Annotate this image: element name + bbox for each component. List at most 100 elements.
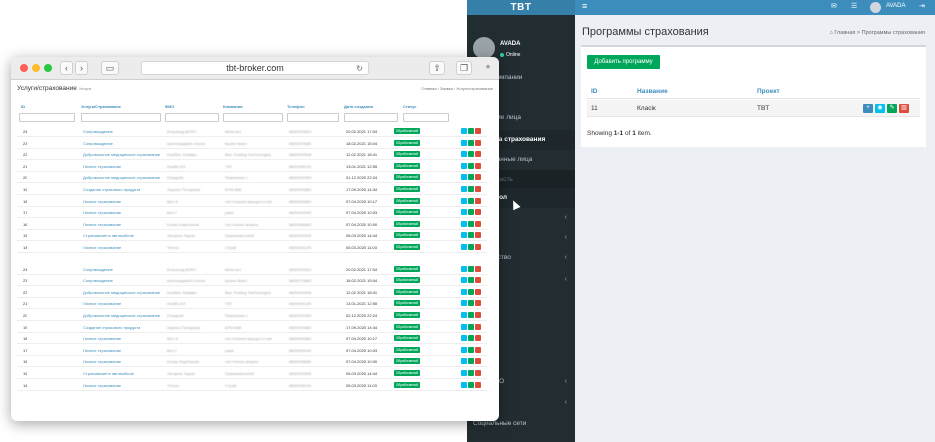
view-eye-icon[interactable] <box>461 139 467 146</box>
service-link[interactable]: Личное страхование <box>83 383 121 388</box>
edit-pencil-icon[interactable] <box>468 209 474 216</box>
column-filter-input[interactable] <box>19 113 75 122</box>
view-eye-icon[interactable] <box>461 346 467 353</box>
edit-pencil-icon[interactable] <box>468 300 474 307</box>
service-link[interactable]: Добровольное медицинское страхование <box>83 152 160 157</box>
edit-pencil-icon[interactable] <box>468 232 474 239</box>
column-header[interactable]: ФИО <box>165 104 174 109</box>
edit-pencil-icon[interactable] <box>468 370 474 376</box>
view-eye-icon[interactable] <box>461 232 467 239</box>
service-link[interactable]: Личное страхование <box>83 336 121 341</box>
edit-pencil-icon[interactable] <box>468 381 474 388</box>
column-filter-input[interactable] <box>287 113 339 122</box>
column-header[interactable]: Услуга/Страхование <box>81 104 121 109</box>
view-eye-icon[interactable] <box>461 244 467 250</box>
service-link[interactable]: Сопровождение <box>83 267 113 272</box>
edit-pencil-icon[interactable] <box>468 288 474 295</box>
view-eye-icon[interactable] <box>461 323 467 330</box>
column-header[interactable]: Дата создания <box>344 104 373 109</box>
column-header-id[interactable]: ID <box>591 88 598 95</box>
delete-trash-icon[interactable] <box>475 232 481 239</box>
view-eye-icon[interactable] <box>461 174 467 181</box>
view-eye-icon[interactable] <box>461 220 467 227</box>
service-link[interactable]: Личное страхование <box>83 210 121 215</box>
edit-pencil-icon[interactable] <box>468 162 474 169</box>
admin-logo[interactable]: TBT <box>467 0 575 15</box>
new-tab-icon[interactable]: + <box>481 61 495 75</box>
delete-trash-icon[interactable] <box>475 186 481 192</box>
delete-trash-icon[interactable] <box>475 288 481 295</box>
edit-pencil-icon[interactable] <box>468 265 474 272</box>
delete-trash-icon[interactable] <box>475 197 481 204</box>
view-eye-icon[interactable] <box>461 209 467 216</box>
edit-pencil-icon[interactable] <box>468 139 474 146</box>
tabs-overview-icon[interactable]: ❐ <box>456 61 472 75</box>
view-eye-icon[interactable] <box>461 197 467 204</box>
column-header-name[interactable]: Название <box>637 88 668 95</box>
sidebar-toggle-icon[interactable]: ▭ <box>101 61 119 75</box>
breadcrumb-home[interactable]: Главная <box>834 30 855 36</box>
delete-trash-icon[interactable] <box>475 151 481 158</box>
view-eye-icon[interactable] <box>461 288 467 295</box>
service-link[interactable]: Страхование в автомобиле <box>83 371 134 376</box>
view-eye-icon[interactable] <box>461 312 467 318</box>
service-link[interactable]: Страхование в автомобиле <box>83 233 134 238</box>
back-icon[interactable]: ‹ <box>60 61 73 75</box>
column-filter-input[interactable] <box>81 113 161 122</box>
view-eye-icon[interactable] <box>461 277 467 284</box>
service-link[interactable]: Добровольное медицинское страхование <box>83 313 160 318</box>
delete-trash-icon[interactable] <box>475 174 481 181</box>
service-link[interactable]: Личное страхование <box>83 222 121 227</box>
service-link[interactable]: Личное страхование <box>83 164 121 169</box>
column-filter-input[interactable] <box>165 113 219 122</box>
close-window-icon[interactable] <box>20 64 28 72</box>
topbar-avatar[interactable] <box>870 2 881 13</box>
service-link[interactable]: Сопровождение <box>83 278 113 283</box>
delete-trash-icon[interactable] <box>475 209 481 216</box>
list-icon[interactable]: ☰ <box>851 2 857 10</box>
edit-pencil-icon[interactable] <box>468 323 474 330</box>
url-text[interactable]: tbt-broker.com <box>226 63 284 73</box>
delete-trash-icon[interactable] <box>475 128 481 134</box>
edit-pencil-icon[interactable] <box>468 277 474 284</box>
delete-trash-icon[interactable] <box>475 277 481 284</box>
service-link[interactable]: Добровольное медицинское страхование <box>83 175 160 180</box>
edit-pencil-icon[interactable] <box>468 244 474 250</box>
service-link[interactable]: Сопровождение <box>83 141 113 146</box>
delete-trash-icon[interactable] <box>475 358 481 365</box>
edit-pencil-icon[interactable] <box>468 151 474 158</box>
view-eye-icon[interactable] <box>461 381 467 388</box>
edit-pencil-icon[interactable] <box>468 186 474 192</box>
delete-trash-icon[interactable] <box>475 162 481 169</box>
address-bar[interactable]: tbt-broker.com ↻ <box>141 61 369 75</box>
service-link[interactable]: Сопровождение <box>83 129 113 134</box>
service-link[interactable]: Личное страхование <box>83 199 121 204</box>
delete-trash-icon[interactable] <box>475 244 481 250</box>
delete-trash-icon[interactable] <box>475 370 481 376</box>
edit-pencil-icon[interactable]: ✎ <box>887 104 897 113</box>
edit-pencil-icon[interactable] <box>468 358 474 365</box>
add-program-button[interactable]: Добавить программу <box>587 55 660 69</box>
column-header-project[interactable]: Проект <box>757 88 780 95</box>
edit-pencil-icon[interactable] <box>468 220 474 227</box>
view-eye-icon[interactable] <box>461 300 467 307</box>
edit-pencil-icon[interactable] <box>468 335 474 342</box>
view-eye-icon[interactable] <box>461 265 467 272</box>
forward-icon[interactable]: › <box>75 61 88 75</box>
view-eye-icon[interactable] <box>461 162 467 169</box>
view-eye-icon[interactable] <box>461 128 467 134</box>
view-eye-icon[interactable] <box>461 151 467 158</box>
view-eye-icon[interactable] <box>461 370 467 376</box>
service-link[interactable]: Добровольное медицинское страхование <box>83 290 160 295</box>
mail-icon[interactable]: ✉ <box>831 2 837 10</box>
view-eye-icon[interactable] <box>461 358 467 365</box>
column-filter-input[interactable] <box>344 113 398 122</box>
column-header[interactable]: Статус <box>403 104 416 109</box>
service-link[interactable]: Создание страхового продукта <box>83 187 140 192</box>
hamburger-menu-icon[interactable]: ≡ <box>582 1 587 11</box>
service-link[interactable]: Личное страхование <box>83 359 121 364</box>
delete-trash-icon[interactable] <box>475 265 481 272</box>
service-link[interactable]: Создание страхового продукта <box>83 325 140 330</box>
delete-trash-icon[interactable] <box>475 220 481 227</box>
view-eye-icon[interactable] <box>461 335 467 342</box>
